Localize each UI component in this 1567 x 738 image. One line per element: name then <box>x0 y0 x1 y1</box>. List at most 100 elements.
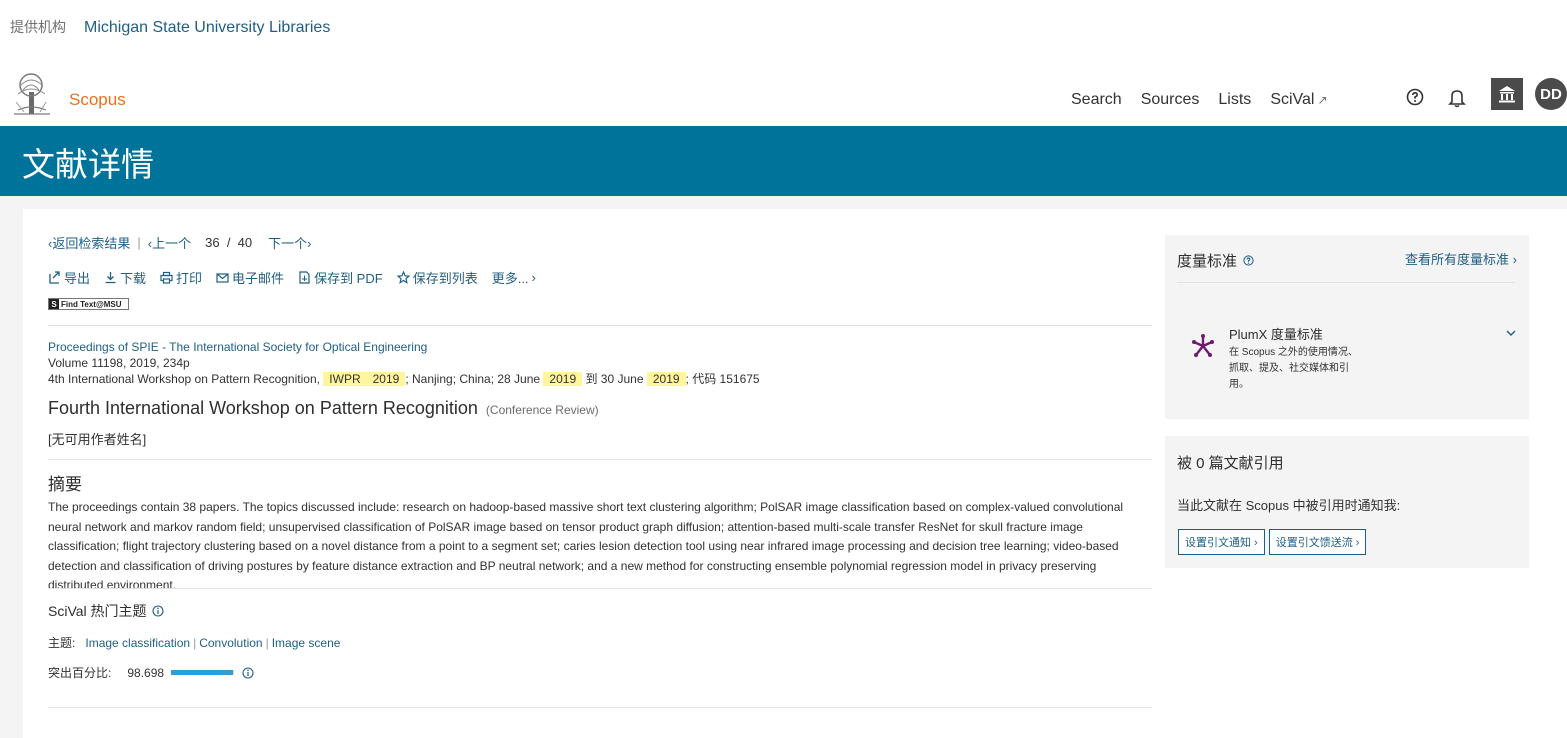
pager-slash: / <box>226 235 231 250</box>
conference-tail: ; 代码 151675 <box>685 372 760 386</box>
divider <box>48 459 1152 460</box>
page-banner: 文献详情 <box>0 126 1567 196</box>
set-citation-alert-button[interactable]: 设置引文通知 › <box>1178 529 1265 555</box>
document-toolbar: 导出 下载 打印 电子邮件 保存到 PDF 保存到列表 更多... › <box>48 268 536 287</box>
find-text-msu-button[interactable]: S Find Text@MSU <box>48 298 129 310</box>
topic-label: 主题: <box>48 636 76 650</box>
highlight-year-2: 2019 <box>543 372 583 386</box>
download-label: 下载 <box>120 271 147 286</box>
user-avatar[interactable]: DD <box>1535 78 1567 110</box>
institution-bar: 提供机构 Michigan State University Libraries <box>0 0 1567 60</box>
pdf-icon <box>299 271 310 284</box>
highlight-year-3: 2019 <box>646 372 686 386</box>
download-icon <box>105 272 116 284</box>
document-title-text: Fourth International Workshop on Pattern… <box>48 398 478 418</box>
topic-link[interactable]: Image classification <box>85 636 190 650</box>
help-icon[interactable] <box>1243 255 1254 266</box>
prominence-bar-fill <box>171 670 234 675</box>
print-button[interactable]: 打印 <box>160 268 202 287</box>
set-citation-feed-label: 设置引文馈送流 <box>1275 537 1353 549</box>
divider <box>48 325 1152 326</box>
email-icon <box>216 273 229 283</box>
current-index: 36 <box>205 235 220 250</box>
elsevier-tree-logo-icon[interactable] <box>10 72 54 116</box>
email-button[interactable]: 电子邮件 <box>216 268 284 287</box>
scival-topic-heading: SciVal 热门主题 <box>48 601 164 621</box>
nav-scival-label: SciVal <box>1270 91 1315 108</box>
plumx-description: 在 Scopus 之外的使用情况、抓取、提及、社交媒体和引用。 <box>1229 347 1358 390</box>
chevron-down-icon[interactable] <box>1505 327 1517 339</box>
metrics-title: 度量标准 <box>1177 250 1254 271</box>
metrics-panel: 度量标准 查看所有度量标准 › PlumX 度量标准 在 Scopus 之外的使… <box>1165 235 1529 419</box>
save-pdf-button[interactable]: 保存到 PDF <box>298 268 383 287</box>
conference-line: 4th International Workshop on Pattern Re… <box>48 371 760 387</box>
top-navigation: Scopus Search Sources Lists SciVal ↗ DD <box>0 66 1567 126</box>
main-nav: Search Sources Lists SciVal ↗ <box>1071 91 1328 109</box>
previous-link[interactable]: ‹上一个 <box>148 233 191 252</box>
prominence-bar <box>171 670 235 675</box>
topic-link[interactable]: Image scene <box>272 636 341 650</box>
result-pager: ‹返回检索结果 | ‹上一个 36 / 40 下一个› <box>48 233 312 252</box>
prominence-label: 突出百分比: <box>48 666 112 680</box>
divider <box>1177 282 1515 283</box>
nav-lists[interactable]: Lists <box>1218 91 1251 109</box>
nav-search[interactable]: Search <box>1071 91 1122 109</box>
back-to-results-label: 返回检索结果 <box>52 236 131 251</box>
cited-by-title: 被 0 篇文献引用 <box>1177 455 1284 472</box>
previous-label: 上一个 <box>152 236 192 251</box>
nav-sources[interactable]: Sources <box>1141 91 1200 109</box>
set-citation-alert-label: 设置引文通知 <box>1185 537 1251 549</box>
citation-alert-description: 当此文献在 Scopus 中被引用时通知我: <box>1177 498 1401 513</box>
prominence-row: 突出百分比: 98.698 <box>48 664 254 681</box>
set-citation-feed-button[interactable]: 设置引文馈送流 › <box>1268 529 1367 555</box>
abstract-text: The proceedings contain 38 papers. The t… <box>48 500 1124 592</box>
topic-separator: | <box>193 636 197 650</box>
total-count: 40 <box>237 235 253 250</box>
plumx-icon <box>1192 334 1214 357</box>
highlight-iwpr: IWPR <box>323 372 367 386</box>
prominence-value: 98.698 <box>127 665 165 680</box>
save-list-button[interactable]: 保存到列表 <box>396 268 478 287</box>
bell-icon[interactable] <box>1448 88 1466 108</box>
help-circle-icon[interactable] <box>1406 88 1424 106</box>
volume-line: Volume 11198, 2019, 234p <box>48 356 190 370</box>
nav-scival[interactable]: SciVal ↗ <box>1270 91 1327 109</box>
citations-panel: 被 0 篇文献引用 当此文献在 Scopus 中被引用时通知我: 设置引文通知 … <box>1165 436 1529 568</box>
save-list-label: 保存到列表 <box>412 271 478 286</box>
scival-heading-text: SciVal 热门主题 <box>48 603 147 619</box>
divider <box>48 588 1152 589</box>
view-all-metrics-label: 查看所有度量标准 <box>1405 252 1510 267</box>
topic-separator: | <box>265 636 269 650</box>
email-label: 电子邮件 <box>232 271 285 286</box>
conference-prefix: 4th International Workshop on Pattern Re… <box>48 372 324 386</box>
next-link[interactable]: 下一个› <box>268 233 311 252</box>
export-label: 导出 <box>64 271 91 286</box>
institution-name[interactable]: Michigan State University Libraries <box>84 19 330 37</box>
find-text-s-icon: S <box>49 299 59 309</box>
source-title-link[interactable]: Proceedings of SPIE - The International … <box>48 339 760 355</box>
conference-mid-2: 到 30 June <box>582 372 647 386</box>
export-button[interactable]: 导出 <box>48 268 90 287</box>
save-pdf-label: 保存到 PDF <box>314 271 383 286</box>
more-label: 更多... <box>491 271 529 286</box>
document-title: Fourth International Workshop on Pattern… <box>48 398 599 419</box>
more-button[interactable]: 更多... › <box>492 268 536 287</box>
institution-label: 提供机构 <box>10 19 66 35</box>
divider <box>48 707 1152 708</box>
document-meta: Proceedings of SPIE - The International … <box>48 339 760 387</box>
info-icon[interactable] <box>242 666 254 679</box>
export-icon <box>49 271 60 284</box>
download-button[interactable]: 下载 <box>104 268 146 287</box>
scopus-brand[interactable]: Scopus <box>69 90 126 110</box>
topic-link[interactable]: Convolution <box>199 636 262 650</box>
plumx-title: PlumX 度量标准 <box>1229 327 1323 342</box>
result-position: 36 / 40 <box>205 235 252 250</box>
abstract-heading: 摘要 <box>48 475 82 494</box>
next-label: 下一个 <box>268 236 308 251</box>
back-to-results-link[interactable]: ‹返回检索结果 <box>48 233 130 252</box>
external-link-icon: ↗ <box>1317 93 1328 107</box>
institution-icon[interactable] <box>1491 78 1523 110</box>
find-text-label: Find Text@MSU <box>61 299 122 309</box>
view-all-metrics-link[interactable]: 查看所有度量标准 › <box>1405 249 1517 268</box>
info-icon[interactable] <box>151 605 164 617</box>
